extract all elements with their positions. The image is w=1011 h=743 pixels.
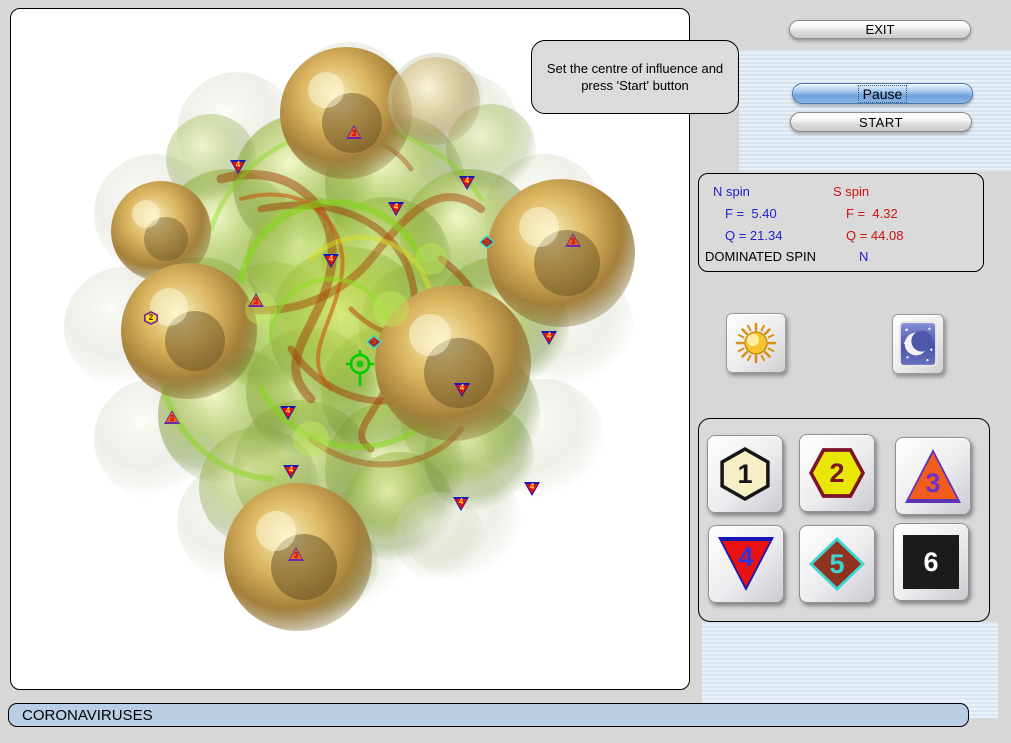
- influence-marker-4: 4: [454, 383, 470, 397]
- influence-marker-3: 3: [248, 293, 264, 307]
- moon-icon: [899, 320, 937, 368]
- start-button-label: START: [859, 115, 903, 130]
- n-spin-f-value: F = 5.40: [725, 206, 777, 221]
- status-bar-text: CORONAVIRUSES: [22, 707, 153, 724]
- day-mode-button[interactable]: [726, 313, 786, 373]
- influence-marker-5: 5: [479, 235, 495, 249]
- pause-button[interactable]: Pause: [792, 83, 973, 104]
- influence-marker-3: 3: [346, 125, 362, 139]
- dominated-spin-label: DOMINATED SPIN: [705, 249, 816, 264]
- sun-icon: [734, 321, 778, 365]
- hex-h-shape: 2: [809, 446, 865, 500]
- tri-down-shape: 4: [718, 537, 774, 591]
- influence-marker-4: 4: [524, 482, 540, 496]
- right-striped-panel: [739, 50, 1011, 172]
- influence-marker-4: 4: [230, 160, 246, 174]
- influence-shape-panel: 1 2 3 4 5 6: [698, 418, 990, 622]
- instruction-tooltip: Set the centre of influence and press 'S…: [531, 40, 739, 114]
- n-spin-q-value: Q = 21.34: [725, 228, 782, 243]
- night-mode-button[interactable]: [892, 314, 944, 374]
- shape-button-5[interactable]: 5: [799, 525, 875, 603]
- exit-button[interactable]: EXIT: [789, 20, 971, 39]
- influence-marker-2: 2: [143, 311, 159, 325]
- tooltip-line-2: press 'Start' button: [581, 77, 689, 94]
- shape-button-4[interactable]: 4: [708, 525, 784, 603]
- s-spin-q-value: Q = 44.08: [846, 228, 903, 243]
- influence-marker-3: 3: [288, 547, 304, 561]
- influence-marker-4: 4: [459, 176, 475, 190]
- s-spin-label: S spin: [833, 184, 869, 199]
- tooltip-line-1: Set the centre of influence and: [547, 60, 723, 77]
- hex-v-shape: 1: [717, 447, 773, 501]
- shape-button-1[interactable]: 1: [707, 435, 783, 513]
- s-spin-f-value: F = 4.32: [846, 206, 898, 221]
- square-shape: 6: [903, 535, 959, 589]
- shape-button-3[interactable]: 3: [895, 437, 971, 515]
- influence-marker-4: 4: [280, 406, 296, 420]
- shape-button-6[interactable]: 6: [893, 523, 969, 601]
- influence-marker-4: 4: [388, 202, 404, 216]
- n-spin-label: N spin: [713, 184, 750, 199]
- shape-button-2[interactable]: 2: [799, 434, 875, 512]
- target-crosshair-icon: [340, 346, 380, 390]
- start-button[interactable]: START: [790, 112, 972, 132]
- spin-info-panel: N spin S spin F = 5.40 F = 4.32 Q = 21.3…: [698, 173, 984, 272]
- tri-up-shape: 3: [905, 449, 961, 503]
- influence-marker-4: 4: [541, 331, 557, 345]
- status-bar: CORONAVIRUSES: [8, 703, 969, 727]
- influence-marker-4: 4: [283, 465, 299, 479]
- diamond-shape: 5: [809, 537, 865, 591]
- influence-marker-4: 4: [453, 497, 469, 511]
- influence-marker-4: 4: [323, 254, 339, 268]
- influence-marker-3: 3: [565, 233, 581, 247]
- influence-marker-3: 3: [164, 410, 180, 424]
- exit-button-label: EXIT: [866, 22, 895, 37]
- dominated-spin-value: N: [859, 249, 868, 264]
- pause-button-label: Pause: [858, 85, 908, 103]
